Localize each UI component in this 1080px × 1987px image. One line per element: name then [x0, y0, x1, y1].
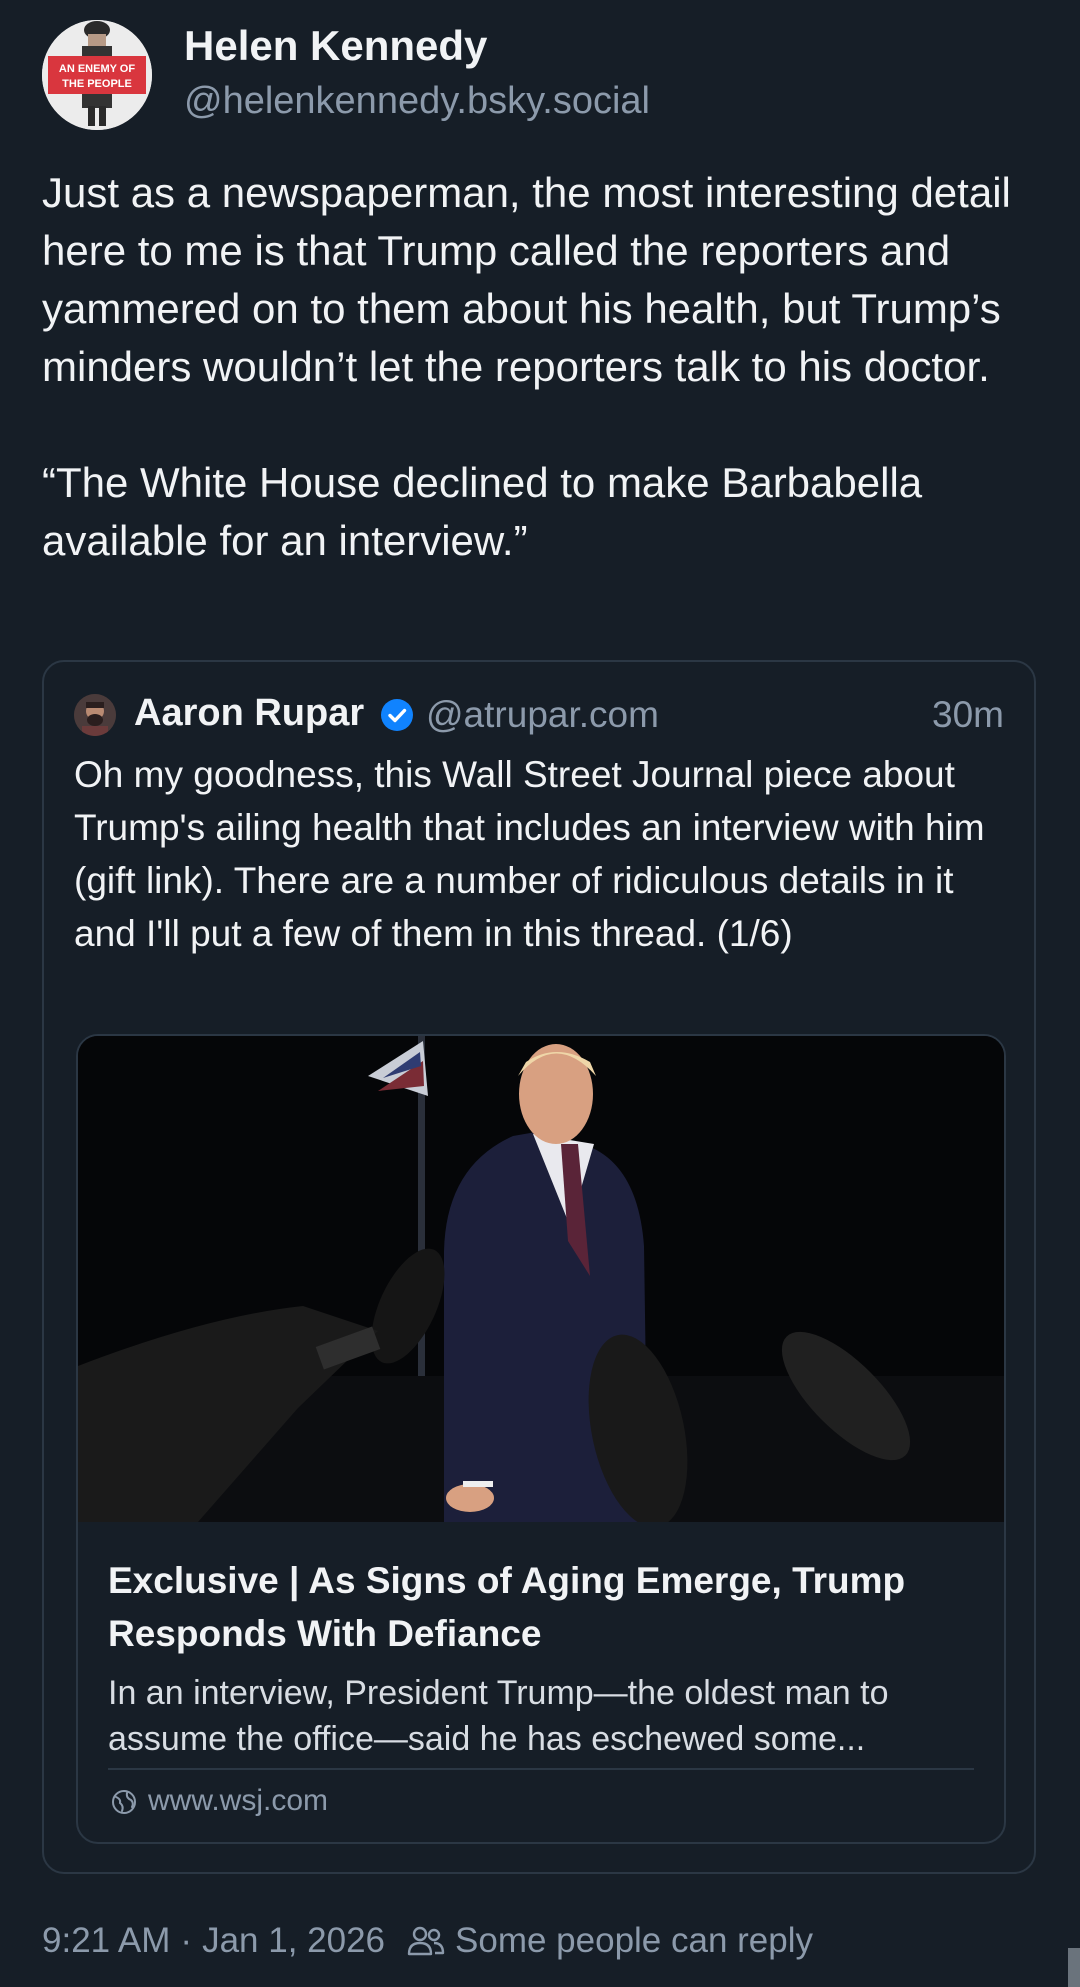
- globe-icon: [112, 1790, 136, 1814]
- quote-timestamp[interactable]: 30m: [932, 694, 1004, 736]
- post-date: Jan 1, 2026: [202, 1921, 386, 1960]
- post-time: 9:21 AM: [42, 1921, 171, 1960]
- scrollbar-thumb[interactable]: [1068, 1948, 1080, 1987]
- author-avatar[interactable]: AN ENEMY OF THE PEOPLE: [42, 20, 152, 130]
- quoted-post[interactable]: Aaron Rupar @atrupar.com 30m Oh my goodn…: [42, 660, 1036, 1874]
- avatar-badge-line1: AN ENEMY OF: [59, 63, 135, 75]
- link-card-domain: www.wsj.com: [148, 1784, 329, 1817]
- link-photo: [78, 1036, 1004, 1528]
- post-text: Just as a newspaperman, the most interes…: [42, 169, 1011, 564]
- quote-author-name[interactable]: Aaron Rupar: [134, 692, 364, 735]
- quote-avatar-image: [74, 694, 116, 736]
- reply-setting[interactable]: Some people can reply: [455, 1921, 813, 1961]
- people-icon: [407, 1926, 445, 1956]
- quote-text: Oh my goodness, this Wall Street Journal…: [74, 754, 985, 954]
- post-footer: 9:21 AM · Jan 1, 2026 Some people can re…: [42, 1921, 813, 1961]
- quote-author-handle[interactable]: @atrupar.com: [426, 694, 659, 736]
- link-card-image: [78, 1036, 1004, 1528]
- link-card[interactable]: Exclusive | As Signs of Aging Emerge, Tr…: [76, 1034, 1006, 1844]
- author-handle[interactable]: @helenkennedy.bsky.social: [184, 80, 650, 123]
- link-card-divider: [108, 1768, 974, 1770]
- link-card-title: Exclusive | As Signs of Aging Emerge, Tr…: [108, 1560, 906, 1654]
- quote-author-avatar[interactable]: [74, 694, 116, 736]
- post: AN ENEMY OF THE PEOPLE Helen Kennedy @he…: [0, 0, 1080, 1987]
- footer-separator: ·: [180, 1921, 193, 1960]
- link-card-description: In an interview, President Trump—the old…: [108, 1674, 889, 1758]
- avatar-badge-line2: THE PEOPLE: [62, 78, 132, 90]
- avatar-image: AN ENEMY OF THE PEOPLE: [42, 20, 152, 130]
- author-name[interactable]: Helen Kennedy: [184, 22, 487, 70]
- verified-check-icon: [381, 699, 413, 731]
